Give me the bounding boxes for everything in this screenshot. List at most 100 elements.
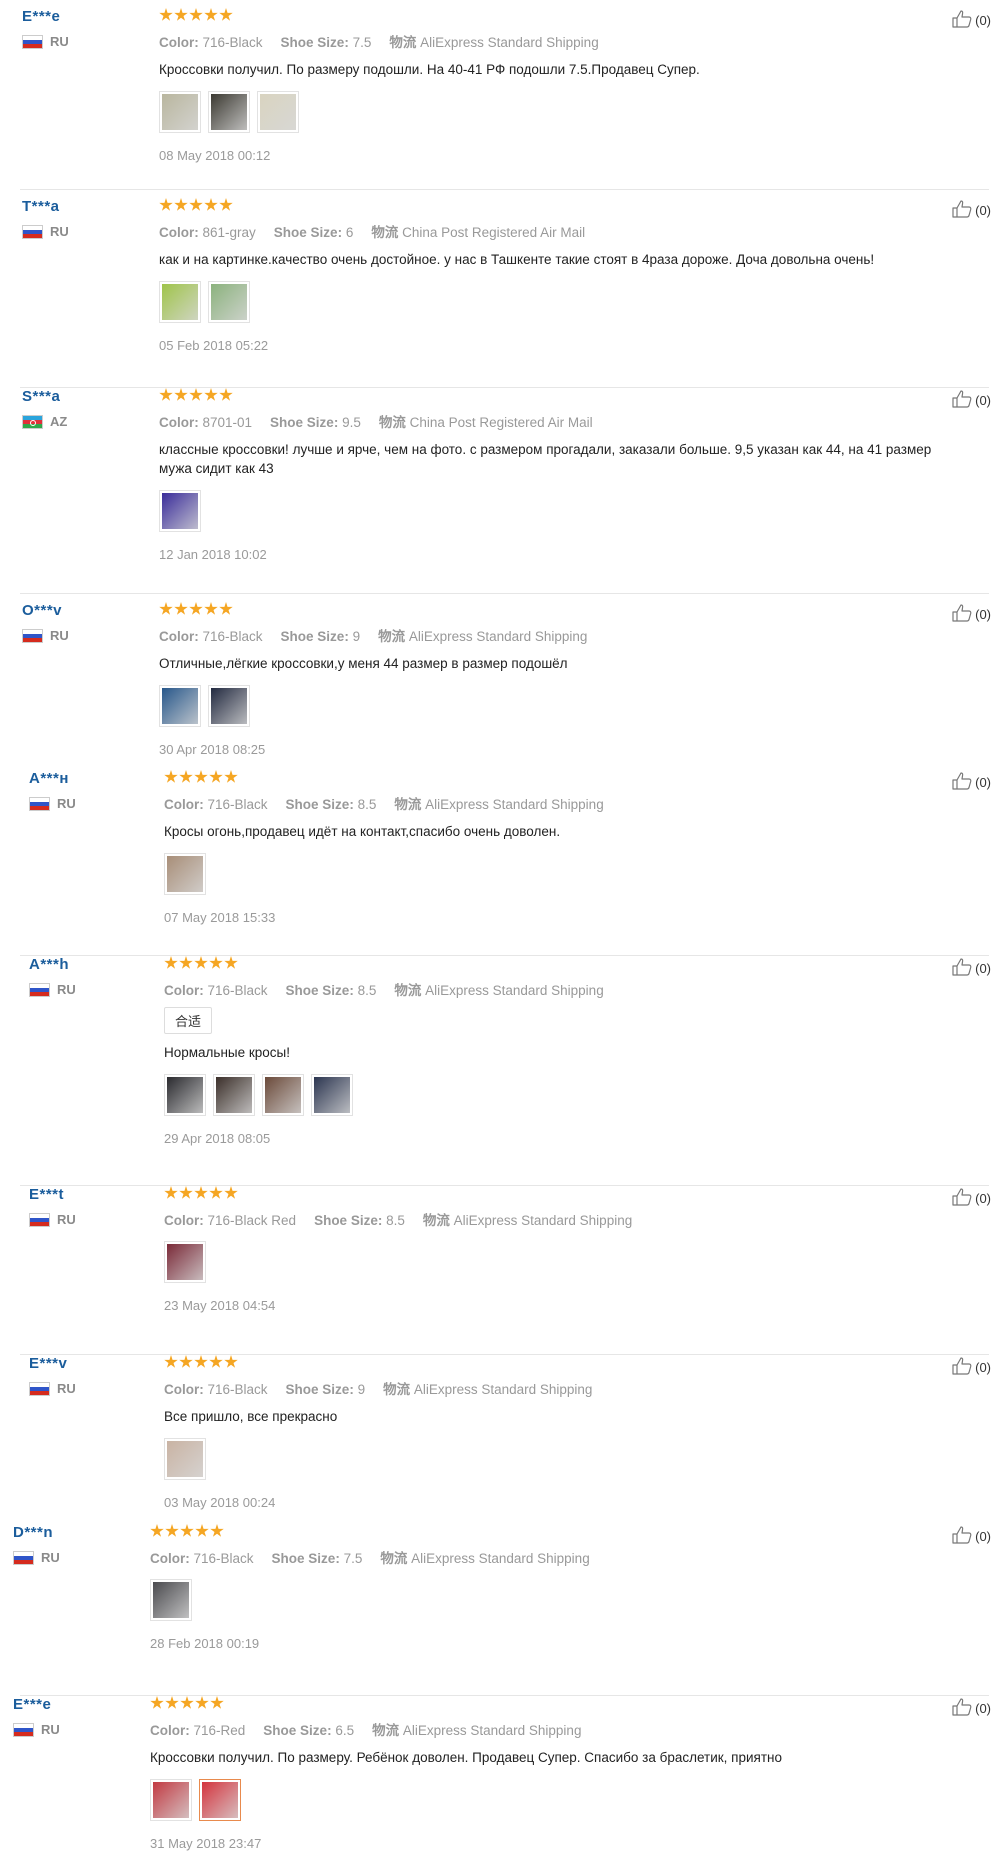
helpful-button[interactable]: (0) — [952, 772, 991, 793]
star-icon — [209, 1186, 223, 1199]
helpful-button[interactable]: (0) — [952, 1526, 991, 1547]
thumbs-up-icon[interactable] — [952, 1526, 972, 1547]
star-rating — [159, 602, 979, 620]
country-flag-icon — [13, 1722, 34, 1737]
country-flag-icon — [13, 1550, 34, 1565]
helpful-button[interactable]: (0) — [952, 1357, 991, 1378]
review-content: Color: 716-Black Red Shoe Size: 8.5 物流 Ali… — [164, 1186, 979, 1313]
review-photo-thumbnail[interactable] — [164, 1241, 206, 1283]
review-photo-thumbnail[interactable] — [159, 91, 201, 133]
review-photos — [164, 1438, 979, 1480]
helpful-count: (0) — [975, 13, 991, 28]
reviewer-name[interactable]: A***h — [29, 956, 69, 973]
reviewer-name[interactable]: O***v — [22, 602, 62, 619]
star-rating — [164, 770, 979, 788]
shipping-value: China Post Registered Air Mail — [398, 225, 586, 240]
thumbs-up-icon[interactable] — [952, 772, 972, 793]
star-icon — [150, 1524, 164, 1537]
review-photo-thumbnail[interactable] — [164, 1438, 206, 1480]
review-photo-thumbnail[interactable] — [199, 1779, 241, 1821]
shipping-label: 物流 — [371, 225, 399, 240]
photo-image — [211, 94, 247, 130]
helpful-button[interactable]: (0) — [952, 1188, 991, 1209]
star-rating — [164, 956, 979, 974]
star-rating — [150, 1524, 979, 1542]
color-label: Color: — [159, 629, 199, 644]
review-date: 31 May 2018 23:47 — [150, 1836, 262, 1851]
helpful-button[interactable]: (0) — [952, 604, 991, 625]
order-info: Color: 716-Red Shoe Size: 6.5 物流 AliExpres… — [150, 1719, 979, 1739]
review-photo-thumbnail[interactable] — [159, 685, 201, 727]
reviewer-name[interactable]: E***t — [29, 1186, 64, 1203]
star-icon — [179, 956, 193, 969]
helpful-button[interactable]: (0) — [952, 1698, 991, 1719]
star-icon — [219, 198, 233, 211]
color-value: 716-Black — [203, 797, 268, 812]
reviewer-country: RU — [29, 1381, 76, 1396]
review-photo-thumbnail[interactable] — [164, 1074, 206, 1116]
country-code: AZ — [50, 414, 68, 429]
review-photo-thumbnail[interactable] — [159, 281, 201, 323]
review-photo-thumbnail[interactable] — [208, 685, 250, 727]
review-photo-thumbnail[interactable] — [311, 1074, 353, 1116]
star-rating — [159, 8, 979, 26]
helpful-button[interactable]: (0) — [952, 10, 991, 31]
reviewer-name[interactable]: S***a — [22, 388, 60, 405]
reviewer-country: RU — [22, 628, 69, 643]
review-date: 23 May 2018 04:54 — [164, 1298, 276, 1313]
review-photos — [164, 1241, 979, 1283]
review-photos — [159, 91, 979, 133]
country-code: RU — [41, 1722, 60, 1737]
color-label: Color: — [159, 225, 199, 240]
review-photo-thumbnail[interactable] — [159, 490, 201, 532]
reviewer-name[interactable]: E***e — [22, 8, 60, 25]
reviewer-country: RU — [29, 796, 76, 811]
order-info: Color: 716-Black Red Shoe Size: 8.5 物流 Ali… — [164, 1209, 979, 1229]
size-value: 7.5 — [348, 35, 372, 50]
thumbs-up-icon[interactable] — [952, 1698, 972, 1719]
thumbs-up-icon[interactable] — [952, 10, 972, 31]
thumbs-up-icon[interactable] — [952, 958, 972, 979]
review-photo-thumbnail[interactable] — [164, 853, 206, 895]
review-item: E***v RU Color: 716-Black Shoe Size: 9 物流 Al… — [0, 1355, 999, 1519]
reviewer-name[interactable]: E***e — [13, 1696, 51, 1713]
thumbs-up-icon[interactable] — [952, 1188, 972, 1209]
review-photo-thumbnail[interactable] — [208, 281, 250, 323]
review-text: Все пришло, все прекрасно — [164, 1409, 338, 1424]
review-photo-thumbnail[interactable] — [213, 1074, 255, 1116]
color-label: Color: — [164, 797, 204, 812]
photo-image — [314, 1077, 350, 1113]
star-icon — [179, 1186, 193, 1199]
review-photo-thumbnail[interactable] — [257, 91, 299, 133]
review-photos — [159, 685, 979, 727]
thumbs-up-icon[interactable] — [952, 200, 972, 221]
review-date: 30 Apr 2018 08:25 — [159, 742, 266, 757]
thumbs-up-icon[interactable] — [952, 390, 972, 411]
reviewer-name[interactable]: E***v — [29, 1355, 67, 1372]
reviewer-country: AZ — [22, 414, 67, 429]
color-label: Color: — [159, 415, 199, 430]
country-flag-icon — [22, 414, 43, 429]
review-photo-thumbnail[interactable] — [208, 91, 250, 133]
thumbs-up-icon[interactable] — [952, 1357, 972, 1378]
helpful-button[interactable]: (0) — [952, 200, 991, 221]
reviewer-name[interactable]: D***n — [13, 1524, 53, 1541]
order-info: Color: 716-Black Shoe Size: 9 物流 AliExpres… — [164, 1378, 979, 1398]
star-icon — [219, 8, 233, 21]
review-photo-thumbnail[interactable] — [150, 1779, 192, 1821]
helpful-count: (0) — [975, 961, 991, 976]
review-content: Color: 861-gray Shoe Size: 6 物流 China Post… — [159, 198, 979, 353]
helpful-button[interactable]: (0) — [952, 390, 991, 411]
star-icon — [159, 388, 173, 401]
reviewer-name[interactable]: T***a — [22, 198, 60, 215]
review-date: 08 May 2018 00:12 — [159, 148, 271, 163]
star-icon — [209, 1355, 223, 1368]
helpful-button[interactable]: (0) — [952, 958, 991, 979]
review-photo-thumbnail[interactable] — [150, 1579, 192, 1621]
photo-image — [167, 1077, 203, 1113]
star-icon — [219, 388, 233, 401]
review-photo-thumbnail[interactable] — [262, 1074, 304, 1116]
thumbs-up-icon[interactable] — [952, 604, 972, 625]
shipping-value: AliExpress Standard Shipping — [407, 1551, 590, 1566]
reviewer-name[interactable]: A***н — [29, 770, 69, 787]
